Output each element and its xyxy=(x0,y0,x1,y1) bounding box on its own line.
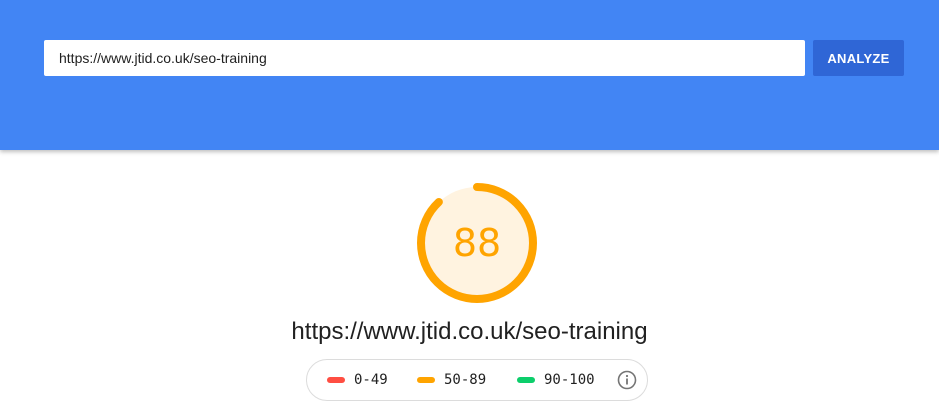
performance-score: 88 xyxy=(452,221,502,265)
url-input[interactable] xyxy=(44,40,805,76)
legend-label-average: 50-89 xyxy=(444,372,487,388)
legend-item-average: 50-89 xyxy=(417,360,486,400)
legend-swatch-pass xyxy=(517,377,535,383)
legend-item-pass: 90-100 xyxy=(517,360,595,400)
legend-swatch-fail xyxy=(327,377,345,383)
legend-swatch-average xyxy=(417,377,435,383)
legend-label-fail: 0-49 xyxy=(354,372,388,388)
analyze-button[interactable]: ANALYZE xyxy=(813,40,904,76)
header-bar: ANALYZE xyxy=(0,0,939,150)
score-legend: 0-49 50-89 90-100 xyxy=(306,359,648,401)
legend-label-pass: 90-100 xyxy=(544,372,595,388)
legend-item-fail: 0-49 xyxy=(327,360,388,400)
info-icon[interactable] xyxy=(617,370,637,390)
report-url: https://www.jtid.co.uk/seo-training xyxy=(291,318,648,345)
